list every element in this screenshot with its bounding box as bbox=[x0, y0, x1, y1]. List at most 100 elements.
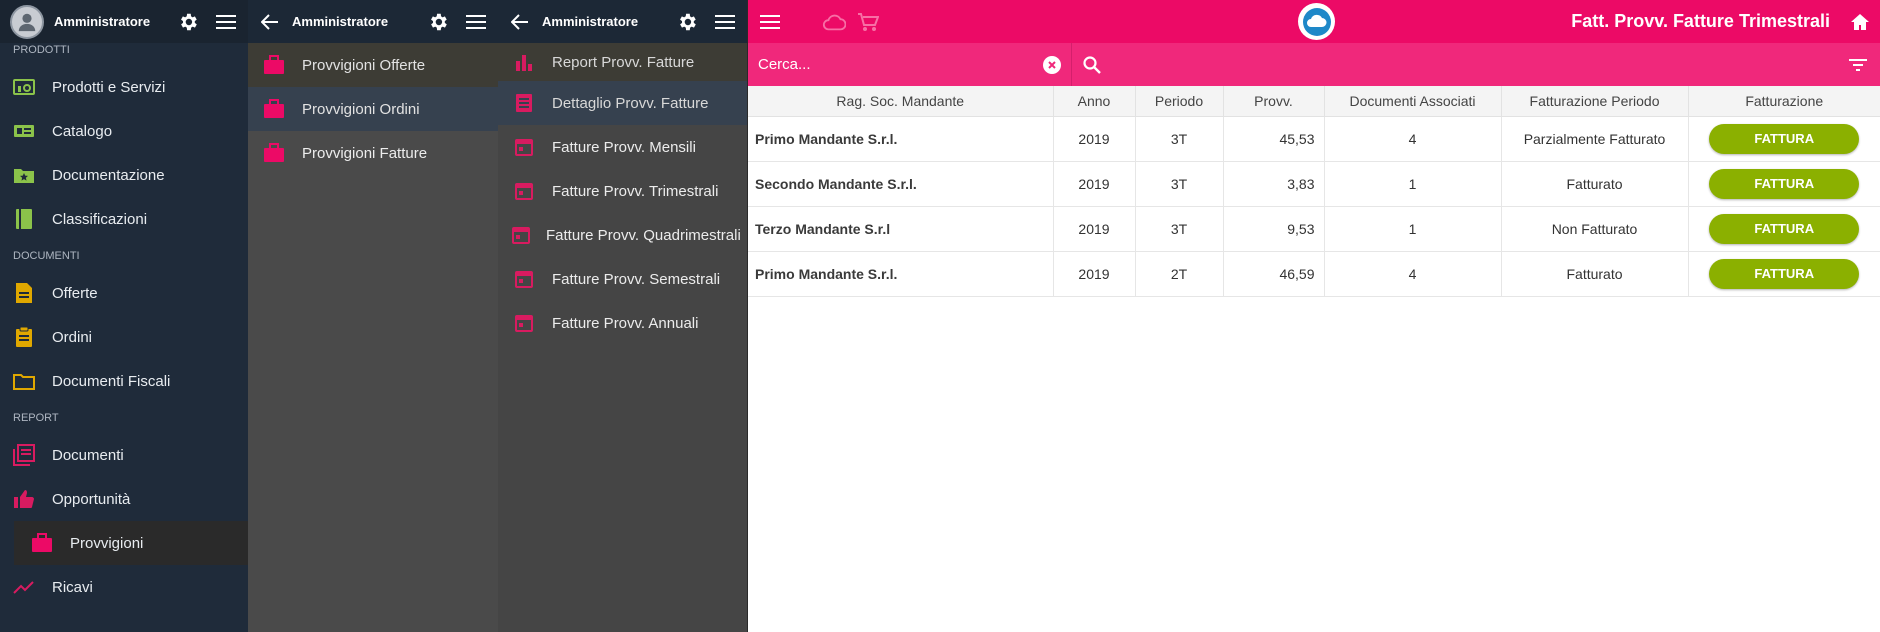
column-header[interactable]: Rag. Soc. Mandante bbox=[748, 86, 1054, 117]
nav-item-label: Catalogo bbox=[52, 122, 113, 140]
calendar-icon bbox=[512, 311, 536, 335]
settings-gear-icon[interactable] bbox=[176, 10, 200, 34]
mandante-name: Primo Mandante S.r.l. bbox=[748, 116, 1054, 162]
menu-icon[interactable] bbox=[464, 10, 488, 34]
nav-item-label: Fatture Provv. Semestrali bbox=[552, 270, 721, 288]
section-documenti: DOCUMENTI bbox=[13, 250, 80, 262]
menu-icon[interactable] bbox=[214, 10, 238, 34]
fatturazione-cell: FATTURA bbox=[1688, 161, 1880, 207]
list-icon bbox=[512, 91, 536, 115]
nav-item-documenti-fiscali[interactable]: Documenti Fiscali bbox=[0, 359, 248, 403]
search-icon[interactable] bbox=[1080, 53, 1104, 77]
briefcase-icon bbox=[262, 141, 286, 165]
nav-item-ricavi[interactable]: Ricavi bbox=[0, 565, 248, 609]
provv-cell: 45,53 bbox=[1223, 116, 1325, 162]
nav-item-provvigioni-offerte[interactable]: Provvigioni Offerte bbox=[248, 43, 498, 87]
fattura-button[interactable]: FATTURA bbox=[1709, 213, 1860, 244]
column-header[interactable]: Fatturazione Periodo bbox=[1501, 86, 1689, 117]
cloud-icon[interactable] bbox=[822, 10, 846, 34]
nav-item-label: Opportunità bbox=[52, 490, 131, 508]
nav-item-label: Ordini bbox=[52, 328, 93, 346]
provv-cell: 9,53 bbox=[1223, 206, 1325, 252]
settings-gear-icon[interactable] bbox=[675, 10, 699, 34]
back-arrow-icon[interactable] bbox=[508, 10, 532, 34]
app-toolbar: Fatt. Provv. Fatture Trimestrali bbox=[748, 0, 1880, 43]
thumb-up-icon bbox=[12, 487, 36, 511]
nav-item-provvigioni[interactable]: Provvigioni bbox=[14, 521, 248, 565]
drawer-header: Amministratore bbox=[498, 0, 747, 43]
nav-item-label: Classificazioni bbox=[52, 210, 148, 228]
documenti-cell: 4 bbox=[1324, 116, 1502, 162]
clear-search-icon[interactable] bbox=[1043, 55, 1061, 74]
mandante-name: Secondo Mandante S.r.l. bbox=[748, 161, 1054, 207]
fattura-button[interactable]: FATTURA bbox=[1709, 123, 1860, 154]
mandante-name: Terzo Mandante S.r.l bbox=[748, 206, 1054, 252]
provv-cell: 3,83 bbox=[1223, 161, 1325, 207]
table-row[interactable]: Primo Mandante S.r.l. 2019 2T 46,59 4 Fa… bbox=[748, 251, 1880, 297]
folder-star-icon bbox=[12, 163, 36, 187]
nav-item-label: Fatture Provv. Quadrimestrali bbox=[546, 226, 741, 244]
nav-item-fatture-provv-mensili[interactable]: Fatture Provv. Mensili bbox=[498, 125, 747, 169]
nav-item-dettaglio-provv-fatture[interactable]: Dettaglio Provv. Fatture bbox=[498, 81, 747, 125]
briefcase-icon bbox=[262, 97, 286, 121]
back-arrow-icon[interactable] bbox=[258, 10, 282, 34]
drawer-header: Amministratore bbox=[248, 0, 498, 43]
nav-item-catalogo[interactable]: Catalogo bbox=[0, 109, 248, 153]
search-placeholder: Cerca... bbox=[758, 56, 811, 73]
nav-item-ordini[interactable]: Ordini bbox=[0, 315, 248, 359]
nav-item-fatture-provv-trimestrali[interactable]: Fatture Provv. Trimestrali bbox=[498, 169, 747, 213]
cart-icon[interactable] bbox=[856, 10, 880, 34]
nav-item-offerte[interactable]: Offerte bbox=[0, 271, 248, 315]
nav-item-label: Provvigioni bbox=[70, 534, 144, 552]
search-input[interactable]: Cerca... bbox=[748, 43, 1072, 86]
nav-item-provvigioni-ordini[interactable]: Provvigioni Ordini bbox=[248, 87, 498, 131]
menu-icon[interactable] bbox=[758, 10, 782, 34]
nav-item-fatture-provv-annuali[interactable]: Fatture Provv. Annuali bbox=[498, 301, 747, 345]
periodo-cell: 3T bbox=[1135, 116, 1224, 162]
nav-item-provvigioni-fatture[interactable]: Provvigioni Fatture bbox=[248, 131, 498, 175]
table-row[interactable]: Terzo Mandante S.r.l 2019 3T 9,53 1 Non … bbox=[748, 206, 1880, 252]
calendar-icon bbox=[512, 267, 536, 291]
nav-item-label: Provvigioni Offerte bbox=[302, 56, 426, 74]
anno-cell: 2019 bbox=[1053, 116, 1136, 162]
calendar-icon bbox=[512, 223, 530, 247]
nav-item-label: Offerte bbox=[52, 284, 98, 302]
page-title: Fatt. Provv. Fatture Trimestrali bbox=[1571, 11, 1830, 31]
avatar[interactable] bbox=[10, 4, 44, 39]
nav-item-opportunita[interactable]: Opportunità bbox=[0, 477, 248, 521]
calendar-icon bbox=[512, 135, 536, 159]
nav-item-label: Fatture Provv. Mensili bbox=[552, 138, 696, 156]
column-header[interactable]: Documenti Associati bbox=[1324, 86, 1502, 117]
nav-item-fatture-provv-semestrali[interactable]: Fatture Provv. Semestrali bbox=[498, 257, 747, 301]
documenti-cell: 1 bbox=[1324, 206, 1502, 252]
table-header-row: Rag. Soc. Mandante Anno Periodo Provv. D… bbox=[748, 86, 1880, 117]
anno-cell: 2019 bbox=[1053, 206, 1136, 252]
provvigioni-drawer: Amministratore Provvigioni Offerte Provv… bbox=[248, 0, 498, 632]
briefcase-icon bbox=[262, 53, 286, 77]
anno-cell: 2019 bbox=[1053, 161, 1136, 207]
menu-icon[interactable] bbox=[713, 10, 737, 34]
book-icon bbox=[12, 207, 36, 231]
column-header[interactable]: Fatturazione bbox=[1688, 86, 1880, 117]
main-content: Fatt. Provv. Fatture Trimestrali Cerca..… bbox=[748, 0, 1880, 632]
filter-icon[interactable] bbox=[1846, 53, 1870, 77]
fatturazione-periodo-cell: Fatturato bbox=[1501, 251, 1689, 297]
settings-gear-icon[interactable] bbox=[426, 10, 450, 34]
nav-item-prodotti-servizi[interactable]: Prodotti e Servizi bbox=[0, 65, 248, 109]
column-header[interactable]: Anno bbox=[1053, 86, 1136, 117]
column-header[interactable]: Periodo bbox=[1135, 86, 1224, 117]
nav-item-report-documenti[interactable]: Documenti bbox=[0, 433, 248, 477]
nav-item-classificazioni[interactable]: Classificazioni bbox=[0, 197, 248, 241]
fatturazione-cell: FATTURA bbox=[1688, 251, 1880, 297]
nav-item-documentazione[interactable]: Documentazione bbox=[0, 153, 248, 197]
table-row[interactable]: Secondo Mandante S.r.l. 2019 3T 3,83 1 F… bbox=[748, 161, 1880, 207]
fattura-button[interactable]: FATTURA bbox=[1709, 258, 1860, 289]
user-name: Amministratore bbox=[54, 14, 151, 29]
fattura-button[interactable]: FATTURA bbox=[1709, 168, 1860, 199]
nav-item-report-provv-fatture[interactable]: Report Provv. Fatture bbox=[498, 43, 747, 81]
home-icon[interactable] bbox=[1848, 10, 1872, 34]
column-header[interactable]: Provv. bbox=[1223, 86, 1325, 117]
nav-item-fatture-provv-quadrimestrali[interactable]: Fatture Provv. Quadrimestrali bbox=[498, 213, 747, 257]
catalog-icon bbox=[12, 119, 36, 143]
table-row[interactable]: Primo Mandante S.r.l. 2019 3T 45,53 4 Pa… bbox=[748, 116, 1880, 162]
